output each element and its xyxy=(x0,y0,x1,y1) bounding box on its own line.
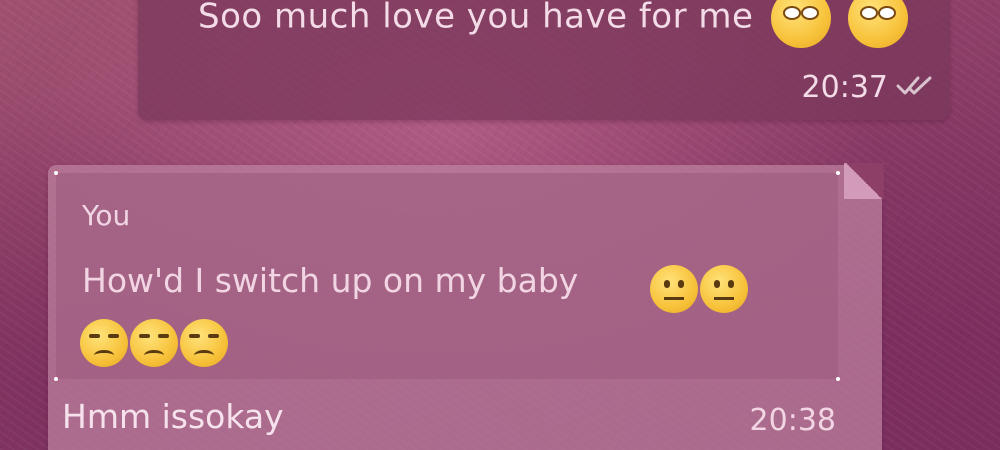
reply-message-bubble[interactable]: You How'd I switch up on my baby Hmm iss… xyxy=(48,163,884,450)
message-text: Soo much love you have for me xyxy=(198,0,754,37)
unamused-face-emoji-icon xyxy=(130,319,178,367)
neutral-face-emoji-icon xyxy=(700,265,748,313)
message-timestamp: 20:37 xyxy=(801,70,888,105)
quoted-message[interactable]: You How'd I switch up on my baby xyxy=(54,171,840,381)
selection-corner xyxy=(54,171,58,175)
rolling-eyes-emoji-icon xyxy=(848,0,909,48)
selection-corner xyxy=(836,377,840,381)
message-text: Hmm issokay xyxy=(62,397,284,436)
message-text-row: Soo much love you have for me xyxy=(198,0,909,48)
bubble-corner-fold xyxy=(844,163,884,199)
neutral-face-emoji-icon xyxy=(650,265,698,313)
selection-corner xyxy=(54,377,58,381)
selection-corner xyxy=(836,171,840,175)
quoted-author: You xyxy=(82,199,131,232)
outgoing-message-bubble[interactable]: Soo much love you have for me 20:37 xyxy=(138,0,950,120)
quoted-emoji-row-2 xyxy=(80,319,228,367)
quoted-emoji-row-1 xyxy=(650,265,748,313)
quoted-text-row: How'd I switch up on my baby xyxy=(82,261,578,300)
chat-background: Soo much love you have for me 20:37 You … xyxy=(0,0,1000,450)
unamused-face-emoji-icon xyxy=(180,319,228,367)
message-timestamp: 20:38 xyxy=(749,403,836,438)
quoted-text: How'd I switch up on my baby xyxy=(82,261,579,300)
rolling-eyes-emoji-icon xyxy=(770,0,831,48)
unamused-face-emoji-icon xyxy=(80,319,128,367)
double-check-icon xyxy=(896,74,936,98)
